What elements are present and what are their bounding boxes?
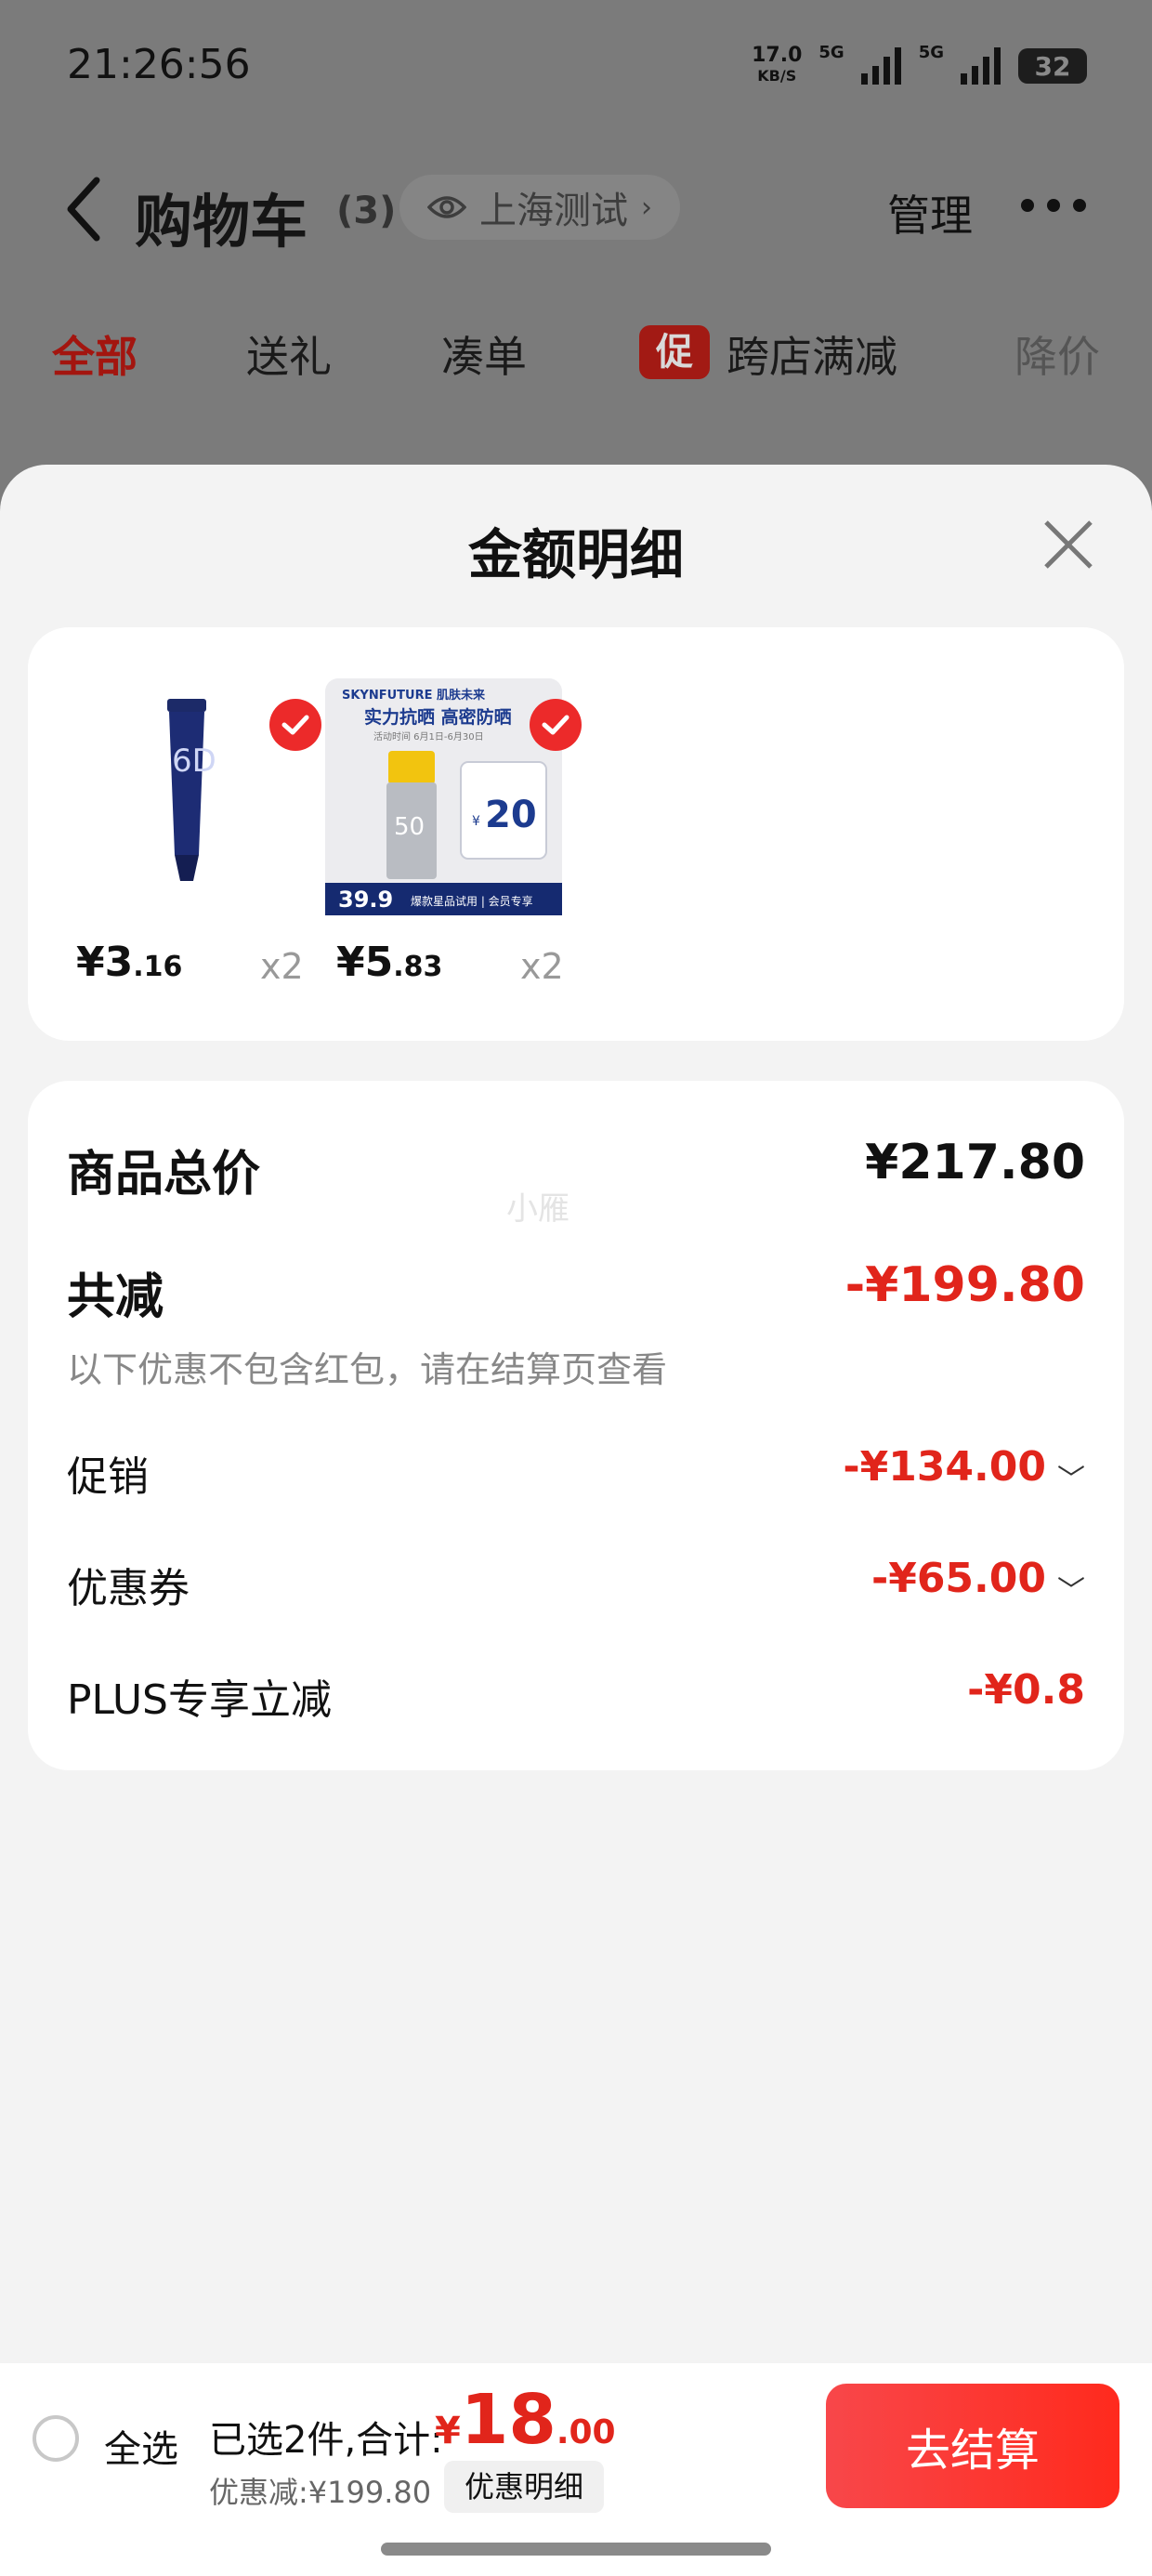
net-speed: 17.0 KB/S [752,44,803,85]
coupon-label: 优惠券 [67,1565,190,1612]
selected-check-icon[interactable] [269,699,321,751]
more-icon[interactable] [1020,195,1087,216]
select-all-label[interactable]: 全选 [104,2419,178,2473]
tab-cross-store[interactable]: 跨店满减 [727,323,897,385]
discount-value: -¥199.80 [844,1257,1085,1313]
total-price-value: ¥217.80 [865,1135,1085,1190]
product-quantity: x2 [260,946,304,987]
battery-icon: 32 [1018,48,1087,84]
filter-tabs: 全部 送礼 凑单 促 跨店满减 降价 [0,316,1152,390]
signal-icon [961,47,1001,85]
amount-detail-sheet: 金额明细 6D ¥3.16 x2 SKYNFUTURE 肌肤未来 实力抗晒 高密… [0,465,1152,2576]
chevron-right-icon: › [641,191,652,224]
select-all-radio[interactable] [33,2415,79,2462]
checkout-button[interactable]: 去结算 [826,2384,1119,2508]
sheet-title: 金额明细 [467,523,684,586]
cart-count: (3) [336,190,397,232]
page-title: 购物车 [135,188,308,256]
back-arrow-icon[interactable] [65,177,102,242]
promotion-label: 促销 [67,1453,149,1501]
svg-text:SKYNFUTURE 肌肤未来: SKYNFUTURE 肌肤未来 [342,688,486,703]
selection-summary: 已选2件,合计: [209,2419,443,2462]
svg-text:39.9: 39.9 [338,887,393,913]
tab-gift[interactable]: 送礼 [246,323,332,385]
sim2-label: 5G [918,43,944,62]
plus-discount-value: -¥0.8 [967,1666,1085,1714]
price-breakdown-card: 商品总价 ¥217.80 小雁 共减 -¥199.80 以下优惠不包含红包，请在… [28,1081,1124,1770]
svg-text:活动时间 6月1日-6月30日: 活动时间 6月1日-6月30日 [373,730,484,743]
svg-text:¥: ¥ [472,814,480,829]
chevron-down-icon[interactable]: ﹀ [1057,1568,1085,1609]
sim1-label: 5G [818,43,844,62]
svg-text:20: 20 [485,794,537,836]
product-price: ¥3.16 [76,939,183,986]
eye-cream-tube-image: 6D [65,678,302,915]
discount-note: 以下优惠不包含红包，请在结算页查看 [67,1349,668,1390]
eye-icon [427,196,466,218]
status-time: 21:26:56 [67,41,251,88]
total-amount: ¥18.00 [435,2380,616,2460]
cart-header: 购物车 (3) 上海测试 › 管理 [0,158,1152,260]
svg-text:50: 50 [394,813,425,841]
signal-icon [860,47,901,85]
svg-text:6D: 6D [172,743,216,780]
checkout-bar: 全选 已选2件,合计: ¥18.00 优惠减:¥199.80 优惠明细 去结算 [0,2363,1152,2576]
product-quantity: x2 [520,946,564,987]
svg-text:实力抗晒 高密防晒: 实力抗晒 高密防晒 [364,706,512,728]
location-selector[interactable]: 上海测试 › [399,175,680,240]
chevron-down-icon[interactable]: ﹀ [1057,1456,1085,1497]
location-label: 上海测试 [479,190,628,232]
coupon-row[interactable]: -¥65.00 ﹀ [871,1555,1085,1609]
discount-detail-button[interactable]: 优惠明细 [444,2461,605,2513]
saving-amount: 优惠减:¥199.80 [209,2475,432,2510]
promo-badge: 促 [639,325,710,379]
total-price-label: 商品总价 [67,1147,261,1203]
tab-bundle[interactable]: 凑单 [441,323,527,385]
selected-products-card: 6D ¥3.16 x2 SKYNFUTURE 肌肤未来 实力抗晒 高密防晒 活动… [28,627,1124,1041]
close-icon[interactable] [1042,519,1094,571]
tab-price-drop[interactable]: 降价 [1015,323,1100,385]
plus-discount-label: PLUS专享立减 [67,1676,332,1724]
svg-text:爆款星品试用 | 会员专享: 爆款星品试用 | 会员专享 [411,894,533,908]
coupon-value: -¥65.00 [871,1555,1046,1602]
promotion-row[interactable]: -¥134.00 ﹀ [843,1443,1085,1497]
product-price: ¥5.83 [336,939,443,986]
selected-check-icon[interactable] [530,699,582,751]
promotion-value: -¥134.00 [843,1443,1046,1491]
tab-all[interactable]: 全部 [52,323,137,385]
manage-button[interactable]: 管理 [887,182,973,243]
sunscreen-promo-image: SKYNFUTURE 肌肤未来 实力抗晒 高密防晒 活动时间 6月1日-6月30… [325,678,562,915]
status-indicators: 17.0 KB/S 5G 5G 32 [752,43,1087,89]
discount-label: 共减 [67,1269,164,1325]
home-indicator[interactable] [381,2543,771,2556]
watermark: 小雁 [506,1190,569,1228]
